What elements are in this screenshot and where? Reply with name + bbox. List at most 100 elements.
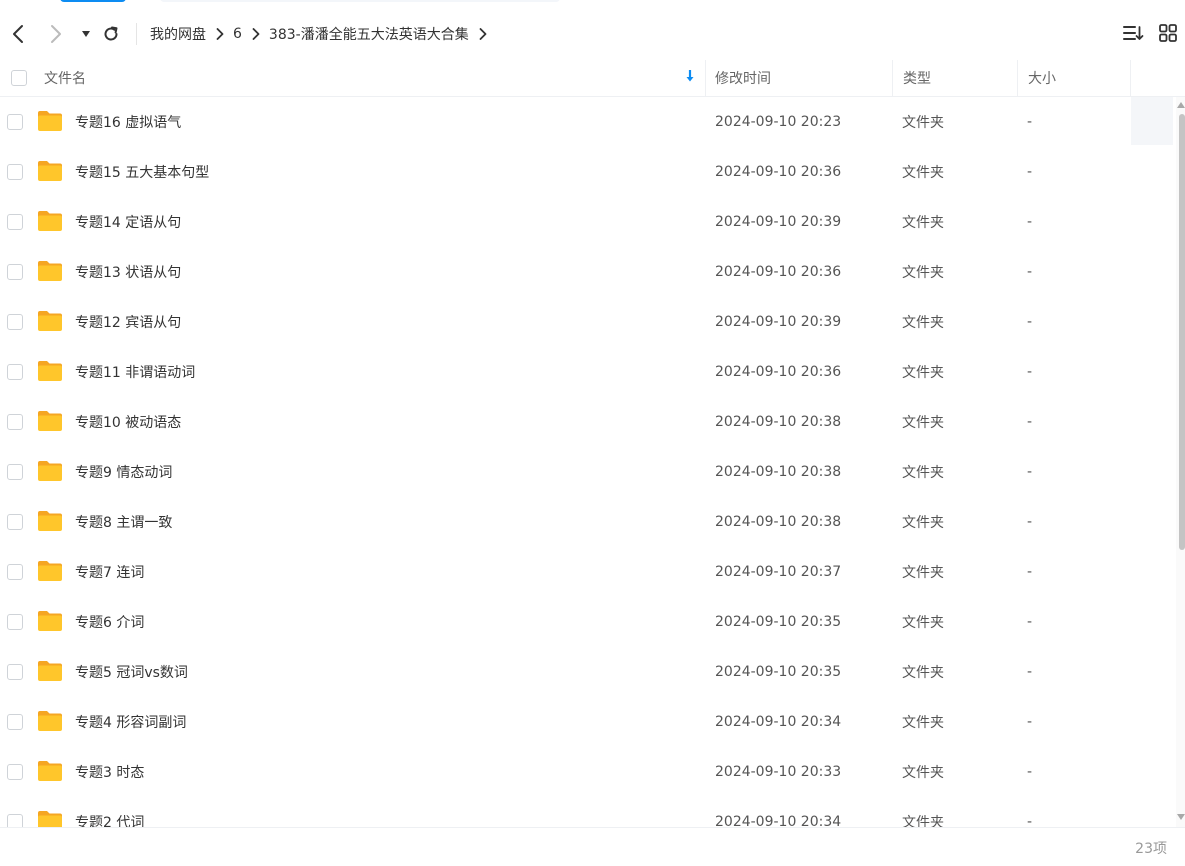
column-header-name[interactable]: 文件名 bbox=[44, 60, 86, 96]
search-bar-edge[interactable] bbox=[160, 0, 560, 2]
folder-icon bbox=[37, 110, 63, 132]
breadcrumb-item-folder[interactable]: 6 bbox=[233, 26, 242, 42]
file-name[interactable]: 专题9 情态动词 bbox=[75, 447, 172, 497]
row-checkbox[interactable] bbox=[7, 314, 23, 330]
file-name[interactable]: 专题16 虚拟语气 bbox=[75, 97, 181, 147]
file-row[interactable]: 专题3 时态 2024-09-10 20:33 文件夹 - bbox=[0, 747, 1176, 797]
file-type: 文件夹 bbox=[902, 715, 944, 731]
file-type: 文件夹 bbox=[902, 365, 944, 381]
file-name[interactable]: 专题2 代词 bbox=[75, 797, 144, 827]
file-name[interactable]: 专题11 非谓语动词 bbox=[75, 347, 195, 397]
row-checkbox[interactable] bbox=[7, 364, 23, 380]
row-checkbox-cell bbox=[7, 547, 23, 597]
history-dropdown-button[interactable] bbox=[74, 22, 98, 46]
row-checkbox[interactable] bbox=[7, 614, 23, 630]
file-row[interactable]: 专题8 主谓一致 2024-09-10 20:38 文件夹 - bbox=[0, 497, 1176, 547]
file-row[interactable]: 专题11 非谓语动词 2024-09-10 20:36 文件夹 - bbox=[0, 347, 1176, 397]
folder-icon bbox=[37, 260, 63, 282]
file-row[interactable]: 专题16 虚拟语气 2024-09-10 20:23 文件夹 - bbox=[0, 97, 1176, 147]
file-name[interactable]: 专题13 状语从句 bbox=[75, 247, 181, 297]
file-name[interactable]: 专题3 时态 bbox=[75, 747, 144, 797]
refresh-button[interactable] bbox=[99, 22, 123, 46]
file-row[interactable]: 专题2 代词 2024-09-10 20:34 文件夹 - bbox=[0, 797, 1176, 827]
file-row[interactable]: 专题7 连词 2024-09-10 20:37 文件夹 - bbox=[0, 547, 1176, 597]
row-checkbox-cell bbox=[7, 347, 23, 397]
modified-time: 2024-09-10 20:35 bbox=[715, 664, 842, 680]
file-size: - bbox=[1027, 464, 1033, 480]
row-checkbox[interactable] bbox=[7, 714, 23, 730]
row-checkbox[interactable] bbox=[7, 464, 23, 480]
file-name[interactable]: 专题7 连词 bbox=[75, 547, 144, 597]
row-checkbox[interactable] bbox=[7, 114, 23, 130]
file-type: 文件夹 bbox=[902, 665, 944, 681]
file-name[interactable]: 专题4 形容词副词 bbox=[75, 697, 186, 747]
breadcrumb-chevron-icon bbox=[252, 28, 260, 40]
folder-icon bbox=[37, 760, 63, 782]
file-name[interactable]: 专题8 主谓一致 bbox=[75, 497, 172, 547]
file-row[interactable]: 专题10 被动语态 2024-09-10 20:38 文件夹 - bbox=[0, 397, 1176, 447]
row-checkbox[interactable] bbox=[7, 264, 23, 280]
active-tab-indicator[interactable] bbox=[60, 0, 126, 2]
row-checkbox[interactable] bbox=[7, 664, 23, 680]
sort-arrow-cell bbox=[685, 60, 695, 96]
breadcrumb-item-current[interactable]: 383-潘潘全能五大法英语大合集 bbox=[269, 24, 469, 44]
scrollbar-thumb[interactable] bbox=[1179, 114, 1185, 550]
column-header-type[interactable]: 类型 bbox=[903, 60, 931, 96]
column-header-time[interactable]: 修改时间 bbox=[715, 60, 771, 96]
row-checkbox[interactable] bbox=[7, 814, 23, 827]
folder-icon bbox=[37, 210, 63, 232]
file-name[interactable]: 专题12 宾语从句 bbox=[75, 297, 181, 347]
arrow-down-icon[interactable] bbox=[685, 69, 695, 87]
row-checkbox[interactable] bbox=[7, 414, 23, 430]
scroll-up-arrow-icon[interactable] bbox=[1177, 102, 1185, 108]
file-name[interactable]: 专题5 冠词vs数词 bbox=[75, 647, 188, 697]
folder-icon bbox=[37, 560, 63, 582]
file-row[interactable]: 专题13 状语从句 2024-09-10 20:36 文件夹 - bbox=[0, 247, 1176, 297]
row-checkbox[interactable] bbox=[7, 564, 23, 580]
file-row[interactable]: 专题12 宾语从句 2024-09-10 20:39 文件夹 - bbox=[0, 297, 1176, 347]
scroll-down-arrow-icon[interactable] bbox=[1177, 814, 1185, 820]
row-checkbox-cell bbox=[7, 447, 23, 497]
modified-time: 2024-09-10 20:34 bbox=[715, 814, 842, 827]
sort-button[interactable] bbox=[1122, 24, 1144, 46]
modified-time: 2024-09-10 20:39 bbox=[715, 214, 842, 230]
breadcrumb-chevron-icon[interactable] bbox=[479, 28, 487, 40]
row-checkbox[interactable] bbox=[7, 164, 23, 180]
file-size: - bbox=[1027, 614, 1033, 630]
forward-button[interactable] bbox=[44, 22, 68, 46]
folder-icon bbox=[37, 610, 63, 632]
column-divider bbox=[1130, 60, 1131, 96]
file-size: - bbox=[1027, 264, 1033, 280]
row-checkbox-cell bbox=[7, 247, 23, 297]
back-button[interactable] bbox=[6, 22, 30, 46]
grid-view-icon bbox=[1158, 23, 1178, 47]
file-name[interactable]: 专题10 被动语态 bbox=[75, 397, 181, 447]
file-name[interactable]: 专题15 五大基本句型 bbox=[75, 147, 209, 197]
file-row[interactable]: 专题9 情态动词 2024-09-10 20:38 文件夹 - bbox=[0, 447, 1176, 497]
grid-view-button[interactable] bbox=[1157, 24, 1179, 46]
row-checkbox-cell bbox=[7, 647, 23, 697]
row-checkbox[interactable] bbox=[7, 764, 23, 780]
file-row[interactable]: 专题14 定语从句 2024-09-10 20:39 文件夹 - bbox=[0, 197, 1176, 247]
column-header-size[interactable]: 大小 bbox=[1028, 60, 1056, 96]
file-name[interactable]: 专题6 介词 bbox=[75, 597, 144, 647]
folder-icon bbox=[37, 510, 63, 532]
file-name[interactable]: 专题14 定语从句 bbox=[75, 197, 181, 247]
breadcrumb-item-root[interactable]: 我的网盘 bbox=[150, 24, 206, 44]
file-type: 文件夹 bbox=[902, 815, 944, 827]
chevron-right-icon bbox=[49, 24, 63, 44]
row-checkbox[interactable] bbox=[7, 214, 23, 230]
file-type: 文件夹 bbox=[902, 465, 944, 481]
folder-icon bbox=[37, 810, 63, 827]
file-row[interactable]: 专题5 冠词vs数词 2024-09-10 20:35 文件夹 - bbox=[0, 647, 1176, 697]
row-checkbox[interactable] bbox=[7, 514, 23, 530]
modified-time: 2024-09-10 20:38 bbox=[715, 514, 842, 530]
file-row[interactable]: 专题6 介词 2024-09-10 20:35 文件夹 - bbox=[0, 597, 1176, 647]
modified-time: 2024-09-10 20:37 bbox=[715, 564, 842, 580]
sort-icon bbox=[1122, 24, 1144, 46]
file-row[interactable]: 专题15 五大基本句型 2024-09-10 20:36 文件夹 - bbox=[0, 147, 1176, 197]
column-divider bbox=[1017, 60, 1018, 96]
file-row[interactable]: 专题4 形容词副词 2024-09-10 20:34 文件夹 - bbox=[0, 697, 1176, 747]
toolbar: 我的网盘 6 383-潘潘全能五大法英语大合集 bbox=[0, 8, 1185, 60]
select-all-checkbox[interactable] bbox=[11, 70, 27, 86]
